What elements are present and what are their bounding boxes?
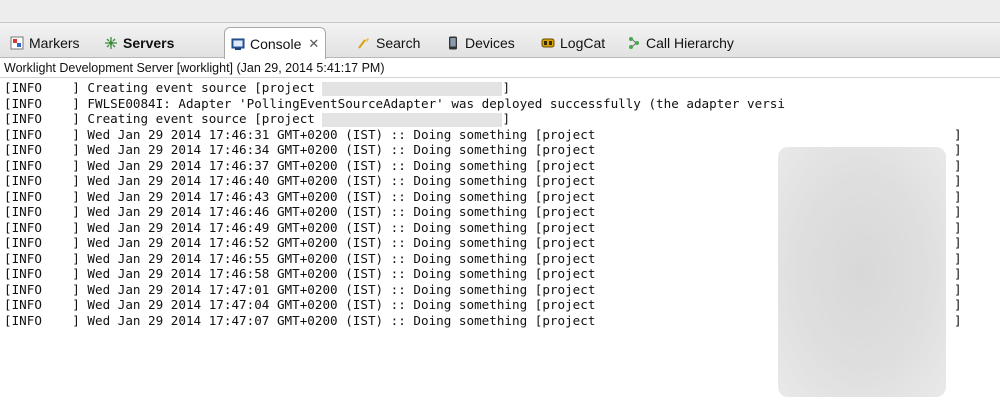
tab-label: Devices — [465, 35, 515, 51]
closing-bracket: ] — [502, 111, 511, 126]
console-line-text: [INFO ] Wed Jan 29 2014 17:46:46 GMT+020… — [4, 204, 603, 219]
devices-icon — [446, 36, 460, 50]
console-line-text: [INFO ] Creating event source [project — [4, 80, 323, 95]
logcat-icon — [541, 36, 555, 50]
closing-bracket: ] — [954, 266, 962, 281]
console-line-text: [INFO ] Wed Jan 29 2014 17:46:43 GMT+020… — [4, 188, 603, 204]
closing-bracket: ] — [954, 297, 962, 312]
console-line-text: [INFO ] Wed Jan 29 2014 17:46:37 GMT+020… — [4, 157, 603, 173]
console-icon — [231, 37, 245, 51]
tab-label: Markers — [29, 35, 80, 51]
tab-label: Search — [376, 35, 421, 51]
closing-bracket: ] — [954, 157, 962, 173]
closing-bracket: ] — [954, 173, 962, 188]
tab-logcat[interactable]: LogCat — [541, 28, 605, 58]
console-line: [INFO ] Creating event source [project ] — [0, 111, 1000, 127]
window-top-strip — [0, 0, 1000, 22]
closing-bracket: ] — [954, 281, 962, 297]
tab-servers[interactable]: Servers — [104, 28, 174, 58]
console-line-text: [INFO ] Wed Jan 29 2014 17:47:07 GMT+020… — [4, 312, 603, 328]
closing-bracket: ] — [954, 126, 962, 142]
closing-bracket: ] — [954, 219, 962, 235]
console-line-text: [INFO ] Wed Jan 29 2014 17:46:49 GMT+020… — [4, 219, 603, 235]
tab-label: Servers — [123, 35, 175, 51]
console-line-text: [INFO ] Wed Jan 29 2014 17:46:52 GMT+020… — [4, 235, 603, 250]
tab-markers[interactable]: Markers — [10, 28, 80, 58]
tab-devices[interactable]: Devices — [446, 28, 515, 58]
closing-bracket: ] — [954, 204, 962, 219]
call-hierarchy-icon — [627, 36, 641, 50]
console-line-text: [INFO ] Wed Jan 29 2014 17:46:58 GMT+020… — [4, 266, 603, 281]
tab-label: LogCat — [560, 35, 606, 51]
tab-label: Console — [250, 35, 302, 52]
tab-console[interactable]: Console ✕ — [224, 27, 327, 59]
redacted-text — [322, 112, 503, 127]
console-line-text: [INFO ] Wed Jan 29 2014 17:46:34 GMT+020… — [4, 142, 603, 157]
console-line-text: [INFO ] Wed Jan 29 2014 17:47:01 GMT+020… — [4, 281, 603, 297]
tab-search[interactable]: Search — [357, 28, 420, 58]
servers-icon — [104, 36, 118, 50]
closing-bracket: ] — [954, 188, 962, 204]
console-title: Worklight Development Server [worklight]… — [0, 58, 1000, 78]
console-line-text: [INFO ] Wed Jan 29 2014 17:47:04 GMT+020… — [4, 297, 603, 312]
console-line: [INFO ] FWLSE0084I: Adapter 'PollingEven… — [0, 96, 1000, 112]
tab-label: Call Hierarchy — [646, 35, 734, 51]
tab-call-hierarchy[interactable]: Call Hierarchy — [627, 28, 734, 58]
closing-bracket: ] — [502, 80, 511, 95]
closing-bracket: ] — [954, 235, 962, 250]
console-line: [INFO ] Creating event source [project ] — [0, 80, 1000, 96]
search-icon — [357, 36, 371, 50]
redacted-text — [322, 81, 503, 96]
close-icon[interactable]: ✕ — [308, 36, 319, 52]
markers-icon — [10, 36, 24, 50]
console-line-text: [INFO ] Wed Jan 29 2014 17:46:55 GMT+020… — [4, 250, 603, 266]
redacted-region — [778, 147, 946, 397]
closing-bracket: ] — [954, 250, 962, 266]
console-line-text: [INFO ] Wed Jan 29 2014 17:46:31 GMT+020… — [4, 126, 603, 142]
closing-bracket: ] — [954, 312, 962, 328]
console-line-text: [INFO ] Wed Jan 29 2014 17:46:40 GMT+020… — [4, 173, 603, 188]
console-line-text: [INFO ] FWLSE0084I: Adapter 'PollingEven… — [4, 95, 785, 111]
view-tab-bar: Markers Servers Console ✕ Search Devices… — [0, 22, 1000, 59]
console-line-text: [INFO ] Creating event source [project — [4, 111, 323, 126]
console-line: [INFO ] Wed Jan 29 2014 17:46:31 GMT+020… — [0, 127, 1000, 143]
closing-bracket: ] — [954, 142, 962, 157]
